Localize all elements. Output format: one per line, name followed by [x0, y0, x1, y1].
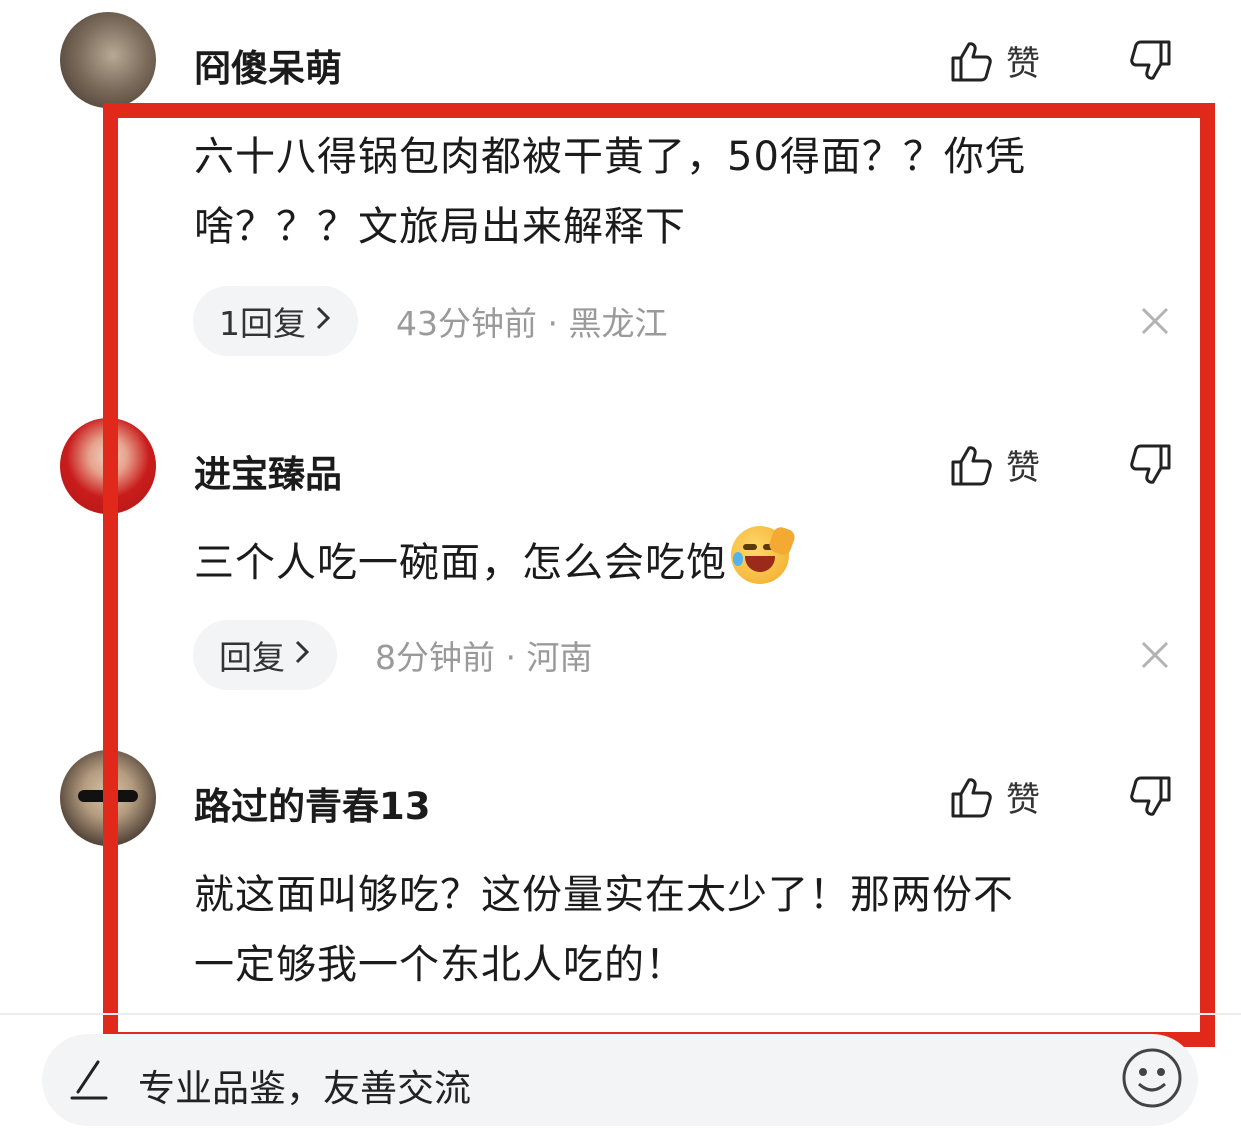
thumbs-up-icon [948, 774, 994, 820]
pen-icon [68, 1058, 112, 1106]
thumbs-up-icon [948, 442, 994, 488]
like-button[interactable]: 赞 [948, 36, 1040, 85]
comment-text: 三个人吃一碗面，怎么会吃饱 [194, 525, 1184, 598]
reply-label: 1回复 [219, 304, 306, 343]
reply-button[interactable]: 回复 [193, 620, 337, 690]
divider [0, 1013, 1241, 1015]
reply-button[interactable]: 1回复 [193, 286, 358, 356]
close-icon[interactable] [1140, 640, 1170, 674]
like-button[interactable]: 赞 [948, 440, 1040, 489]
avatar[interactable] [60, 750, 156, 846]
close-icon[interactable] [1140, 306, 1170, 340]
avatar[interactable] [60, 12, 156, 108]
comment-input-placeholder[interactable]: 专业品鉴，友善交流 [138, 1058, 471, 1112]
dislike-button[interactable] [1128, 774, 1174, 820]
thumbs-up-icon [948, 38, 994, 84]
comment-meta: 回复 8分钟前 · 河南 [193, 620, 592, 690]
comment-text-line: 啥？？？文旅局出来解释下 [194, 204, 686, 250]
laughing-crying-emoji-icon [731, 525, 797, 584]
comment-text: 就这面叫够吃？这份量实在太少了！那两份不 一定够我一个东北人吃的！ [194, 860, 1184, 1000]
chevron-right-icon [293, 638, 311, 673]
time-location: 43分钟前 · 黑龙江 [396, 304, 668, 343]
thumbs-down-icon [1128, 38, 1174, 84]
time-location: 8分钟前 · 河南 [375, 638, 593, 677]
comment-text: 六十八得锅包肉都被干黄了，50得面？？你凭 啥？？？文旅局出来解释下 [194, 122, 1184, 262]
username[interactable]: 冏傻呆萌 [194, 38, 342, 92]
comment-text-line: 六十八得锅包肉都被干黄了，50得面？？你凭 [194, 134, 1026, 180]
username[interactable]: 路过的青春13 [194, 776, 431, 830]
comment-input-bar[interactable]: 专业品鉴，友善交流 [42, 1034, 1198, 1126]
dislike-button[interactable] [1128, 442, 1174, 488]
comment-meta: 1回复 43分钟前 · 黑龙江 [193, 286, 667, 356]
reply-label: 回复 [219, 638, 285, 677]
username[interactable]: 进宝臻品 [194, 444, 342, 498]
comment-text-line: 三个人吃一碗面，怎么会吃饱 [194, 540, 727, 586]
smiley-icon[interactable] [1120, 1046, 1184, 1114]
like-label: 赞 [1006, 448, 1040, 488]
avatar[interactable] [60, 418, 156, 514]
chevron-right-icon [314, 304, 332, 339]
thumbs-down-icon [1128, 442, 1174, 488]
dislike-button[interactable] [1128, 38, 1174, 84]
comment-text-line: 一定够我一个东北人吃的！ [194, 942, 686, 988]
thumbs-down-icon [1128, 774, 1174, 820]
like-label: 赞 [1006, 780, 1040, 820]
like-label: 赞 [1006, 44, 1040, 84]
like-button[interactable]: 赞 [948, 772, 1040, 821]
comment-text-line: 就这面叫够吃？这份量实在太少了！那两份不 [194, 872, 1014, 918]
